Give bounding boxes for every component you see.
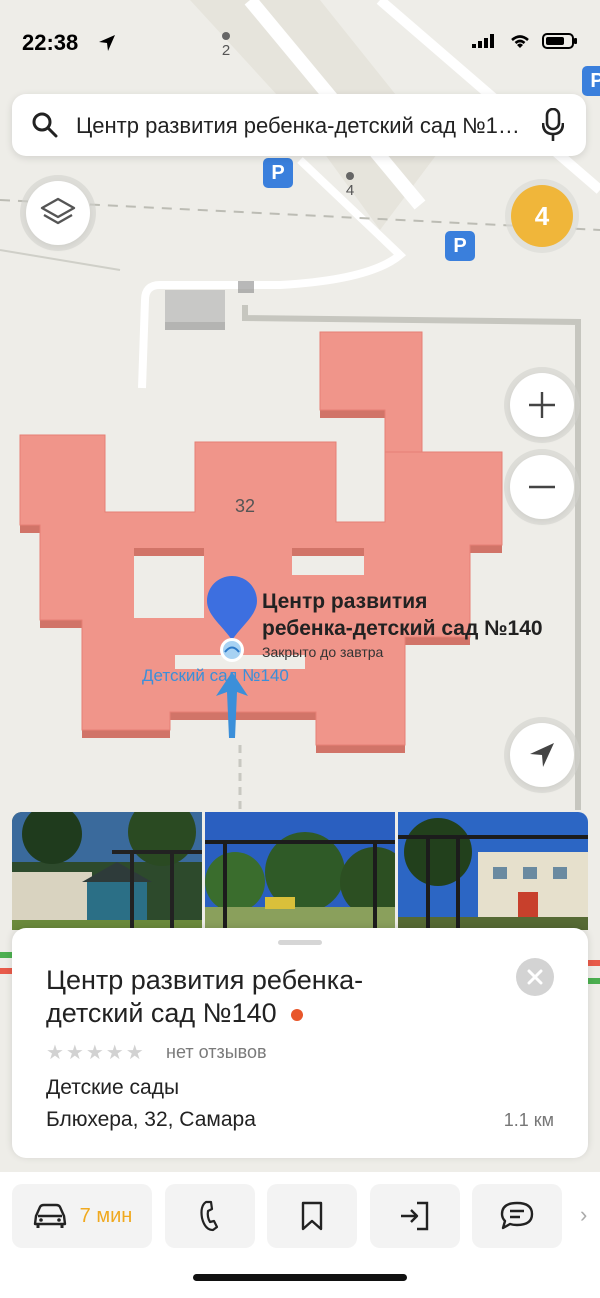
search-input[interactable]: Центр развития ребенка-детский сад №140 [76,113,522,139]
route-button[interactable]: 7 мин [12,1184,152,1248]
navigation-arrow-icon [530,743,554,767]
location-arrow-icon [99,35,115,51]
car-icon [33,1203,66,1228]
status-time: 22:38 [22,30,79,55]
place-card[interactable]: Центр развития ребенка- детский сад №140… [12,928,588,1158]
parking-marker[interactable]: P [263,158,293,188]
route-time: 7 мин [79,1204,133,1227]
close-icon [527,969,543,985]
microphone-icon[interactable] [542,108,564,142]
call-button[interactable] [165,1184,255,1248]
signal-icon [472,34,494,48]
house-marker-4: 4 [344,172,356,204]
building-number: 32 [235,496,256,516]
entrance-icon [401,1201,429,1231]
my-location-button[interactable] [510,723,574,787]
status-bar: 22:38 [0,0,600,90]
photo-thumbnail[interactable] [12,812,202,930]
reviews-button[interactable] [472,1184,562,1248]
closed-status-dot [290,1008,303,1021]
parking-marker[interactable]: P [445,231,475,261]
bookmark-icon [301,1201,323,1231]
location-pin-icon[interactable] [207,576,257,666]
entrance-button[interactable] [370,1184,460,1248]
zoom-out-button[interactable] [510,455,574,519]
place-distance: 1.1 км [503,1110,554,1130]
battery-icon [542,33,577,49]
minus-icon [529,485,555,489]
layers-icon [40,197,76,225]
photo-thumbnail[interactable] [398,812,588,930]
chevron-right-icon[interactable]: › [580,1202,587,1228]
poi-status: Закрыто до завтра [262,644,384,660]
place-title: Центр развития ребенка- детский сад №140 [46,965,364,1028]
rating-stars[interactable]: ★★★★★ [46,1040,146,1065]
plus-icon [529,392,555,418]
bookmark-button[interactable] [267,1184,357,1248]
wifi-icon [511,35,529,48]
close-button[interactable] [516,958,554,996]
search-bar[interactable]: Центр развития ребенка-детский сад №140 [12,94,586,156]
photo-strip[interactable] [12,812,588,930]
home-indicator[interactable] [193,1274,407,1281]
place-category: Детские сады [46,1076,180,1099]
chat-icon [500,1201,534,1230]
traffic-level-button[interactable]: 4 [511,185,573,247]
place-address: Блюхера, 32, Самара [46,1108,256,1131]
photo-thumbnail[interactable] [205,812,395,930]
reviews-count[interactable]: нет отзывов [166,1042,267,1063]
entrance-arrow-icon [216,672,248,738]
phone-icon [200,1200,219,1232]
poi-title[interactable]: Центр развития ребенка-детский сад №140 [262,588,543,642]
layers-button[interactable] [26,181,90,245]
search-icon [32,112,58,138]
sheet-grabber[interactable] [278,940,322,945]
zoom-in-button[interactable] [510,373,574,437]
